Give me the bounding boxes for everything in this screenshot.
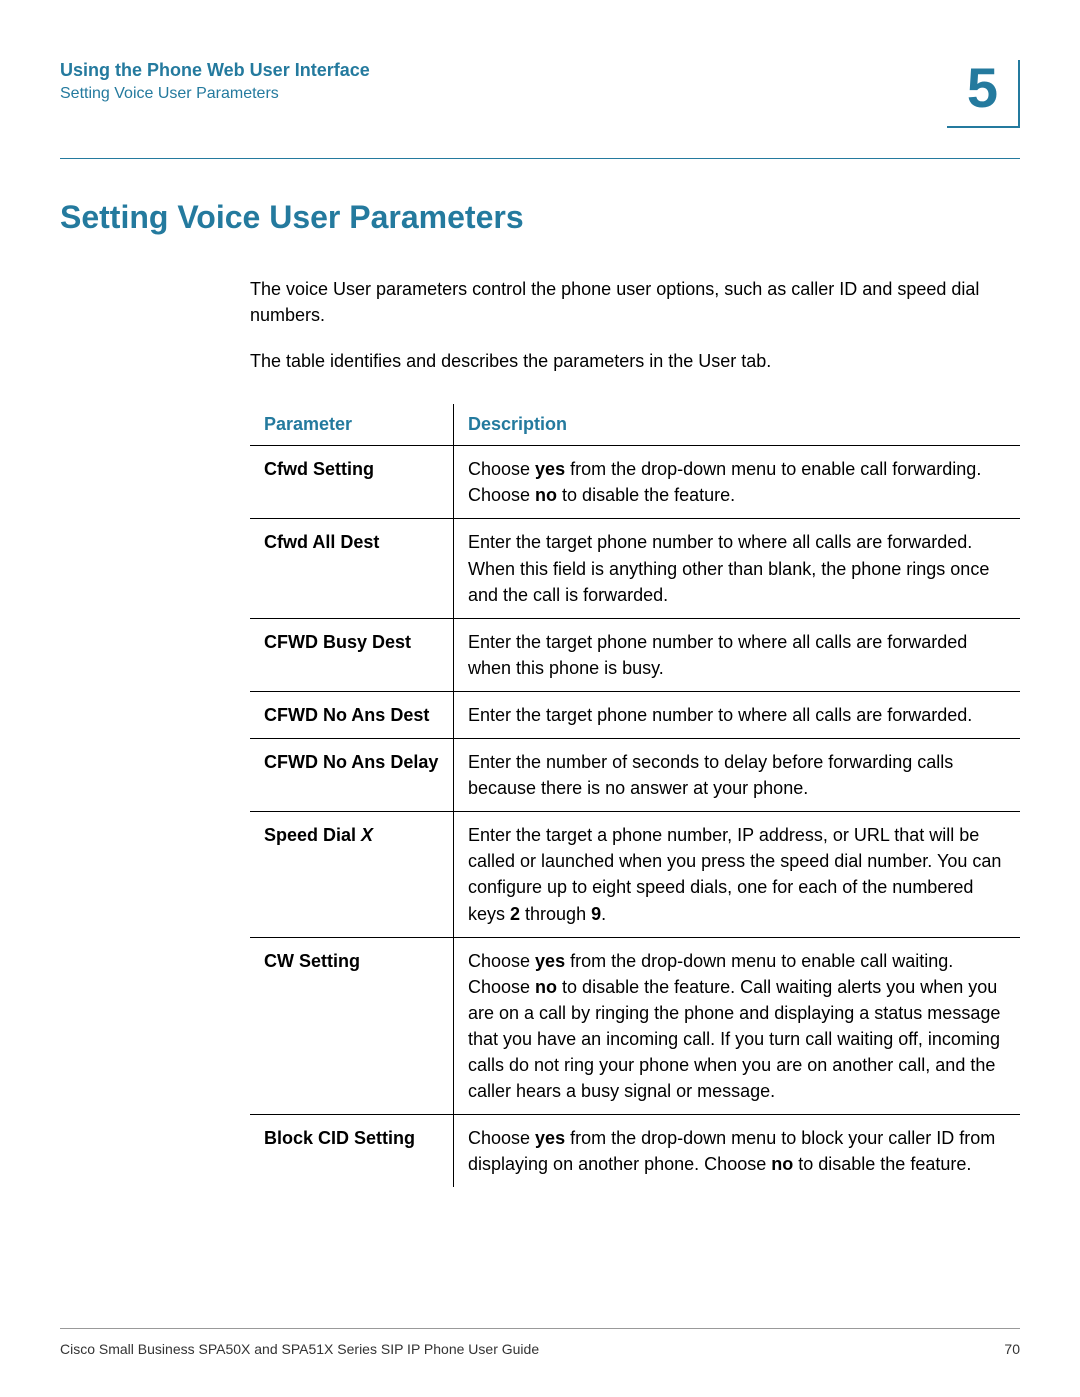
intro-paragraph-1: The voice User parameters control the ph… xyxy=(250,276,1020,328)
chapter-number-box: 5 xyxy=(947,60,1020,128)
page-header: Using the Phone Web User Interface Setti… xyxy=(60,60,1020,128)
running-header-subtitle: Setting Voice User Parameters xyxy=(60,85,947,103)
section-heading: Setting Voice User Parameters xyxy=(60,199,1020,236)
parameter-name-cell: Speed Dial X xyxy=(250,812,454,937)
running-header-title: Using the Phone Web User Interface xyxy=(60,60,947,81)
table-row: Cfwd SettingChoose yes from the drop-dow… xyxy=(250,446,1020,519)
parameter-name-cell: Cfwd All Dest xyxy=(250,519,454,618)
table-row: CFWD No Ans DelayEnter the number of sec… xyxy=(250,739,1020,812)
table-row: CFWD No Ans DestEnter the target phone n… xyxy=(250,691,1020,738)
intro-text: The voice User parameters control the ph… xyxy=(250,276,1020,374)
parameter-description-cell: Choose yes from the drop-down menu to en… xyxy=(454,937,1021,1115)
parameter-name-cell: CFWD No Ans Delay xyxy=(250,739,454,812)
parameter-name-cell: CFWD Busy Dest xyxy=(250,618,454,691)
header-left: Using the Phone Web User Interface Setti… xyxy=(60,60,947,103)
table-row: Cfwd All DestEnter the target phone numb… xyxy=(250,519,1020,618)
parameter-description-cell: Enter the number of seconds to delay bef… xyxy=(454,739,1021,812)
header-rule xyxy=(60,158,1020,159)
table-header-row: Parameter Description xyxy=(250,404,1020,446)
parameter-name-cell: CFWD No Ans Dest xyxy=(250,691,454,738)
parameter-description-cell: Enter the target phone number to where a… xyxy=(454,519,1021,618)
parameter-description-cell: Enter the target phone number to where a… xyxy=(454,691,1021,738)
table-row: CW SettingChoose yes from the drop-down … xyxy=(250,937,1020,1115)
parameter-description-cell: Enter the target a phone number, IP addr… xyxy=(454,812,1021,937)
chapter-number: 5 xyxy=(967,60,998,116)
table-row: CFWD Busy DestEnter the target phone num… xyxy=(250,618,1020,691)
footer-page-number: 70 xyxy=(1004,1341,1020,1357)
page-footer: Cisco Small Business SPA50X and SPA51X S… xyxy=(60,1328,1020,1357)
footer-doc-title: Cisco Small Business SPA50X and SPA51X S… xyxy=(60,1341,539,1357)
parameter-name-cell: Cfwd Setting xyxy=(250,446,454,519)
table-header-parameter: Parameter xyxy=(250,404,454,446)
parameter-description-cell: Choose yes from the drop-down menu to bl… xyxy=(454,1115,1021,1188)
intro-paragraph-2: The table identifies and describes the p… xyxy=(250,348,1020,374)
table-header-description: Description xyxy=(454,404,1021,446)
parameter-name-cell: CW Setting xyxy=(250,937,454,1115)
table-row: Block CID SettingChoose yes from the dro… xyxy=(250,1115,1020,1188)
parameter-description-cell: Enter the target phone number to where a… xyxy=(454,618,1021,691)
table-row: Speed Dial XEnter the target a phone num… xyxy=(250,812,1020,937)
parameters-table: Parameter Description Cfwd SettingChoose… xyxy=(250,404,1020,1187)
document-page: Using the Phone Web User Interface Setti… xyxy=(0,0,1080,1397)
parameter-name-cell: Block CID Setting xyxy=(250,1115,454,1188)
parameter-description-cell: Choose yes from the drop-down menu to en… xyxy=(454,446,1021,519)
